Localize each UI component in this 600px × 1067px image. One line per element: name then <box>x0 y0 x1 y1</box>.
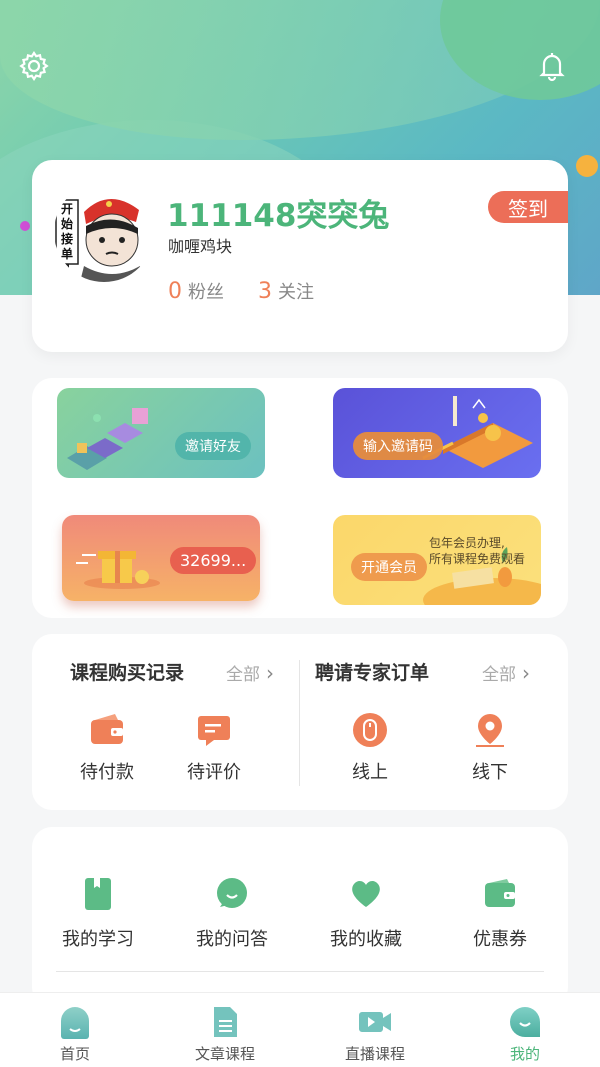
location-icon <box>472 712 508 748</box>
coupons-button[interactable]: 优惠券 <box>450 877 550 951</box>
gear-icon[interactable] <box>18 50 50 82</box>
document-icon <box>208 1005 242 1039</box>
tab-home[interactable]: 首页 <box>0 993 150 1067</box>
course-purchase-title: 课程购买记录 <box>70 662 185 684</box>
profile-icon <box>508 1005 542 1039</box>
profile-stats: 0 粉丝 3 关注 <box>168 278 314 304</box>
expert-orders-all-label: 全部 <box>482 665 516 685</box>
expert-orders-all-link[interactable]: 全部 › <box>482 660 530 686</box>
tab-mine[interactable]: 我的 <box>450 993 600 1067</box>
fans-stat[interactable]: 0 粉丝 <box>168 278 224 304</box>
enter-invite-code-label: 输入邀请码 <box>353 432 443 460</box>
divider <box>299 660 300 786</box>
my-tools-section: 我的学习 我的问答 我的收藏 优惠券 <box>32 827 568 1007</box>
orders-section: 课程购买记录 全部 › 聘请专家订单 全部 › 待付款 待评价 线上 线下 <box>32 634 568 810</box>
chevron-right-icon: › <box>266 660 274 685</box>
heart-icon <box>350 877 382 911</box>
offline-orders-label: 线下 <box>472 762 508 783</box>
tab-article-courses[interactable]: 文章课程 <box>150 993 300 1067</box>
my-learning-label: 我的学习 <box>62 929 134 950</box>
fans-label: 粉丝 <box>188 282 224 303</box>
wallet-icon <box>89 712 125 748</box>
fans-count: 0 <box>168 279 182 304</box>
pending-review-button[interactable]: 待评价 <box>174 712 254 784</box>
username: 111148突突兔 <box>167 198 390 234</box>
my-learning-button[interactable]: 我的学习 <box>48 877 148 951</box>
enter-invite-code-banner[interactable]: 输入邀请码 <box>333 388 541 478</box>
pending-review-label: 待评价 <box>187 762 241 783</box>
coupons-label: 优惠券 <box>473 929 527 950</box>
pending-payment-button[interactable]: 待付款 <box>67 712 147 784</box>
my-qa-button[interactable]: 我的问答 <box>182 877 282 951</box>
offline-orders-button[interactable]: 线下 <box>450 712 530 784</box>
expert-orders-title: 聘请专家订单 <box>315 662 430 684</box>
bottom-tab-bar: 首页 文章课程 直播课程 我的 <box>0 992 600 1067</box>
decoration-dot <box>20 221 30 231</box>
profile-card: 开始接单 111148突突兔 咖喱鸡块 0 粉丝 3 关注 签到 <box>32 160 568 352</box>
membership-description: 包年会员办理, 所有课程免费观看 <box>429 535 525 567</box>
follow-stat[interactable]: 3 关注 <box>258 278 314 304</box>
invite-friends-label: 邀请好友 <box>175 432 251 460</box>
home-icon <box>58 1005 92 1039</box>
tab-home-label: 首页 <box>59 1045 90 1063</box>
coupon-wallet-icon <box>484 877 516 911</box>
course-purchase-all-label: 全部 <box>226 665 260 685</box>
online-orders-label: 线上 <box>352 762 388 783</box>
my-favorites-button[interactable]: 我的收藏 <box>316 877 416 951</box>
balance-value: 32699... <box>170 547 257 574</box>
bell-icon[interactable] <box>536 50 568 82</box>
invite-friends-banner[interactable]: 邀请好友 <box>57 388 265 478</box>
tab-mine-label: 我的 <box>509 1045 540 1063</box>
tab-live-courses-label: 直播课程 <box>344 1045 405 1063</box>
my-favorites-label: 我的收藏 <box>330 929 402 950</box>
membership-banner[interactable]: 开通会员 包年会员办理, 所有课程免费观看 <box>333 515 541 605</box>
book-icon <box>82 877 114 911</box>
nickname: 咖喱鸡块 <box>168 237 233 256</box>
divider <box>56 971 544 972</box>
chevron-right-icon: › <box>522 660 530 685</box>
my-qa-label: 我的问答 <box>196 929 268 950</box>
video-icon <box>358 1005 392 1039</box>
course-purchase-all-link[interactable]: 全部 › <box>226 660 274 686</box>
pending-payment-label: 待付款 <box>80 762 134 783</box>
avatar-sign-text: 开始接单 <box>60 202 73 261</box>
tab-article-courses-label: 文章课程 <box>194 1045 255 1063</box>
signin-button[interactable]: 签到 <box>488 191 568 223</box>
tab-live-courses[interactable]: 直播课程 <box>300 993 450 1067</box>
membership-button[interactable]: 开通会员 <box>351 553 427 581</box>
mouse-icon <box>352 712 388 748</box>
online-orders-button[interactable]: 线上 <box>330 712 410 784</box>
chat-bubble-icon <box>216 877 248 911</box>
promo-section: 邀请好友 输入邀请码 32699... 开通会员 包年会员办理, 所有课程免费观… <box>32 378 568 618</box>
balance-banner[interactable]: 32699... <box>62 515 260 601</box>
membership-line-2: 所有课程免费观看 <box>429 552 526 566</box>
avatar[interactable]: 开始接单 <box>54 182 154 282</box>
membership-line-1: 包年会员办理, <box>429 536 505 550</box>
follow-count: 3 <box>258 279 272 304</box>
follow-label: 关注 <box>278 282 314 303</box>
decoration-dot <box>576 155 598 177</box>
comment-icon <box>196 712 232 748</box>
